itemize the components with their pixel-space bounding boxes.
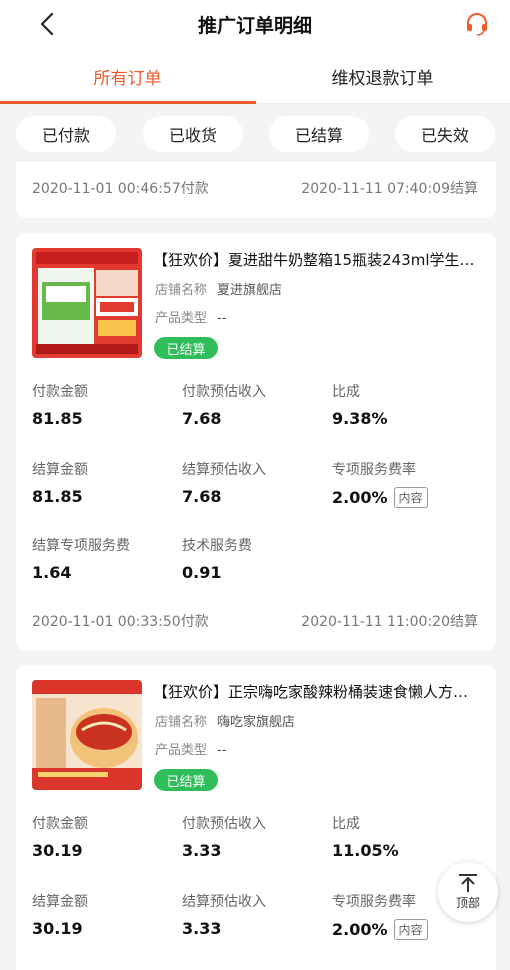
pay-time: 2020-11-01 00:33:50付款 [32,614,209,630]
product-title[interactable]: 【狂欢价】夏进甜牛奶整箱15瓶装243ml学生奶宁夏... [153,249,483,270]
shop-row: 店铺名称 夏进旗舰店 [155,279,282,298]
type-value: -- [217,743,227,758]
type-row: 产品类型 -- [155,307,226,326]
filter-settled[interactable]: 已结算 [269,116,369,152]
type-label: 产品类型 [155,743,208,758]
order-card[interactable]: 2020-11-01 00:46:57付款 2020-11-11 07:40:0… [16,162,496,218]
tab-all-orders[interactable]: 所有订单 [0,48,255,104]
pay-income: 付款预估收入 3.33 [182,816,266,860]
service-rate: 专项服务费率 2.00% 内容 [332,891,428,940]
settle-amount: 结算金额 81.85 [32,462,88,506]
special-service-fee: 结算专项服务费 1.64 [32,538,130,582]
commission-rate: 比成 11.05% [332,816,399,860]
filter-received[interactable]: 已收货 [143,116,243,152]
pay-amount: 付款金额 81.85 [32,384,88,428]
shop-label: 店铺名称 [155,715,208,730]
order-times: 2020-11-01 00:46:57付款 2020-11-11 07:40:0… [32,178,478,198]
product-title[interactable]: 【狂欢价】正宗嗨吃家酸辣粉桶装速食懒人方便面... [153,681,483,702]
filter-invalid[interactable]: 已失效 [395,116,495,152]
type-label: 产品类型 [155,311,208,326]
commission-rate: 比成 9.38% [332,384,388,428]
settle-time: 2020-11-11 07:40:09结算 [301,181,478,197]
shop-label: 店铺名称 [155,283,208,298]
back-to-top-label: 顶部 [455,896,480,910]
settle-time: 2020-11-11 11:00:20结算 [301,614,478,630]
filter-paid[interactable]: 已付款 [16,116,116,152]
order-times: 2020-11-01 00:33:50付款 2020-11-11 11:00:2… [32,611,478,631]
content-tag[interactable]: 内容 [393,487,428,508]
status-filters: 已付款 已收货 已结算 已失效 [0,104,510,162]
shop-row: 店铺名称 嗨吃家旗舰店 [155,711,295,730]
headset-icon[interactable] [464,11,490,37]
settle-amount: 结算金额 30.19 [32,894,88,938]
nav-bar: 推广订单明细 [0,0,510,48]
tab-refund-orders[interactable]: 维权退款订单 [255,48,510,104]
page-title: 推广订单明细 [197,15,312,37]
order-card[interactable]: 【狂欢价】夏进甜牛奶整箱15瓶装243ml学生奶宁夏... 店铺名称 夏进旗舰店 … [16,233,496,651]
arrow-up-icon [459,874,477,892]
shop-name: 夏进旗舰店 [217,283,283,298]
service-rate-value: 2.00% [332,488,388,507]
type-row: 产品类型 -- [155,739,226,758]
shop-name: 嗨吃家旗舰店 [217,715,296,730]
settle-income: 结算预估收入 3.33 [182,894,266,938]
service-rate: 专项服务费率 2.00% 内容 [332,459,428,508]
service-rate-value: 2.00% [332,920,388,939]
pay-income: 付款预估收入 7.68 [182,384,266,428]
product-image [32,680,142,790]
status-badge: 已结算 [154,769,218,791]
product-image [32,248,142,358]
order-card[interactable]: 【狂欢价】正宗嗨吃家酸辣粉桶装速食懒人方便面... 店铺名称 嗨吃家旗舰店 产品类… [16,665,496,970]
pay-time: 2020-11-01 00:46:57付款 [32,181,209,197]
tech-service-fee: 技术服务费 0.91 [182,538,252,582]
status-badge: 已结算 [154,337,218,359]
back-to-top-button[interactable]: 顶部 [438,862,498,922]
settle-income: 结算预估收入 7.68 [182,462,266,506]
pay-amount: 付款金额 30.19 [32,816,88,860]
content-tag[interactable]: 内容 [393,919,428,940]
type-value: -- [217,311,227,326]
order-tabs: 所有订单 维权退款订单 [0,48,510,104]
